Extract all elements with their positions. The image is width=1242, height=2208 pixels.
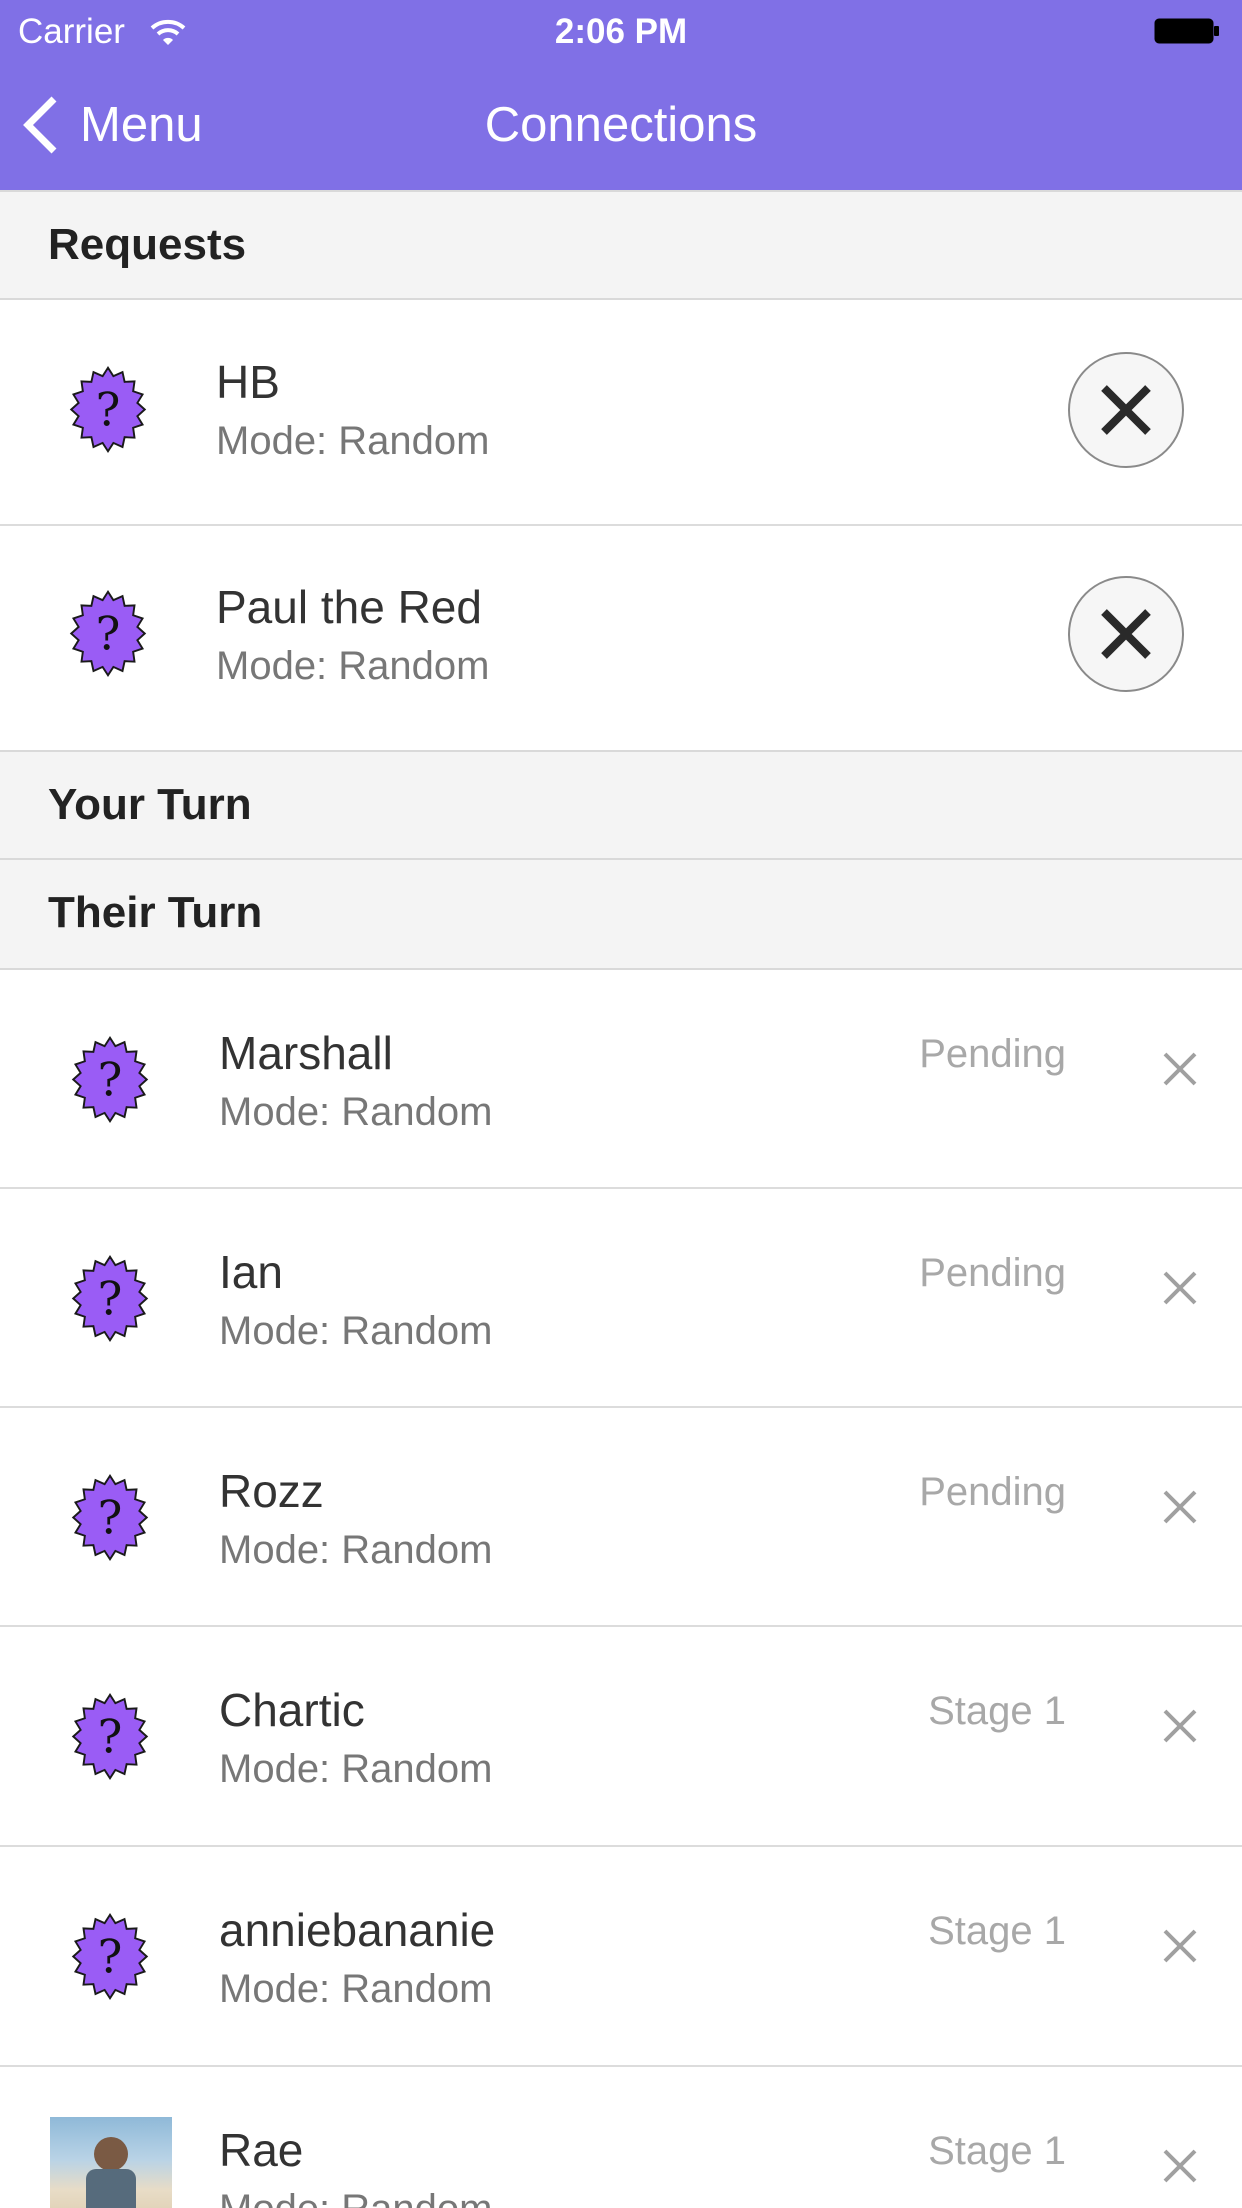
player-mode: Mode: Random	[219, 1309, 493, 1353]
section-title: Their Turn	[48, 888, 263, 937]
section-title: Your Turn	[48, 780, 252, 829]
game-row[interactable]: Ian Mode: Random Pending	[0, 1189, 1242, 1408]
close-icon[interactable]	[1160, 2146, 1200, 2186]
request-row[interactable]: HB Mode: Random	[0, 300, 1242, 526]
question-badge-icon	[60, 362, 156, 458]
navigation-header: Carrier 2:06 PM Menu Connections	[0, 0, 1242, 191]
close-icon[interactable]	[1160, 1487, 1200, 1527]
player-name: HB	[216, 356, 280, 408]
player-mode: Mode: Random	[219, 1747, 493, 1791]
question-badge-icon	[62, 1909, 158, 2005]
game-status: Pending	[919, 1470, 1066, 1514]
player-mode: Mode: Random	[219, 2185, 492, 2208]
decline-request-button[interactable]	[1068, 576, 1184, 692]
player-mode: Mode: Random	[219, 1090, 493, 1134]
page-title: Connections	[484, 98, 758, 152]
game-status: Stage 1	[928, 1909, 1066, 1953]
game-row[interactable]: Marshall Mode: Random Pending	[0, 970, 1242, 1189]
player-mode: Mode: Random	[219, 1967, 493, 2011]
game-row[interactable]: Chartic Mode: Random Stage 1	[0, 1627, 1242, 1847]
player-mode: Mode: Random	[216, 644, 490, 688]
close-icon[interactable]	[1160, 1706, 1200, 1746]
player-name: Chartic	[219, 1684, 365, 1736]
close-icon[interactable]	[1160, 1268, 1200, 1308]
close-icon[interactable]	[1160, 1049, 1200, 1089]
game-status: Stage 1	[928, 2129, 1066, 2173]
question-badge-icon	[60, 586, 156, 682]
section-title: Requests	[48, 220, 247, 269]
player-name: Paul the Red	[216, 581, 482, 633]
photo-person-body	[86, 2169, 136, 2208]
player-mode: Mode: Random	[216, 419, 490, 463]
clock: 2:06 PM	[554, 12, 688, 51]
battery-icon	[1154, 18, 1219, 44]
player-name: anniebananie	[219, 1904, 496, 1956]
question-badge-icon	[62, 1032, 158, 1128]
section-header-requests: Requests	[0, 190, 1242, 300]
game-status: Pending	[919, 1251, 1066, 1295]
status-bar: Carrier 2:06 PM	[0, 8, 1242, 56]
photo-person	[94, 2137, 128, 2171]
player-name: Rozz	[219, 1465, 324, 1517]
question-badge-icon	[62, 1251, 158, 1347]
close-icon	[1101, 385, 1151, 435]
player-mode: Mode: Random	[219, 1528, 493, 1572]
avatar-photo	[50, 2117, 172, 2208]
player-name: Rae	[219, 2124, 304, 2176]
section-header-their-turn: Their Turn	[0, 860, 1242, 970]
question-badge-icon	[62, 1470, 158, 1566]
question-badge-icon	[62, 1689, 158, 1785]
game-row[interactable]: Rozz Mode: Random Pending	[0, 1408, 1242, 1627]
close-icon[interactable]	[1160, 1926, 1200, 1966]
player-name: Ian	[219, 1246, 283, 1298]
section-header-your-turn: Your Turn	[0, 750, 1242, 860]
game-status: Pending	[919, 1032, 1066, 1076]
close-icon	[1101, 609, 1151, 659]
game-status: Stage 1	[928, 1689, 1066, 1733]
game-row[interactable]: anniebananie Mode: Random Stage 1	[0, 1847, 1242, 2067]
decline-request-button[interactable]	[1068, 352, 1184, 468]
player-name: Marshall	[219, 1027, 393, 1079]
game-row[interactable]: Rae Mode: Random Stage 1	[0, 2067, 1242, 2208]
request-row[interactable]: Paul the Red Mode: Random	[0, 526, 1242, 750]
